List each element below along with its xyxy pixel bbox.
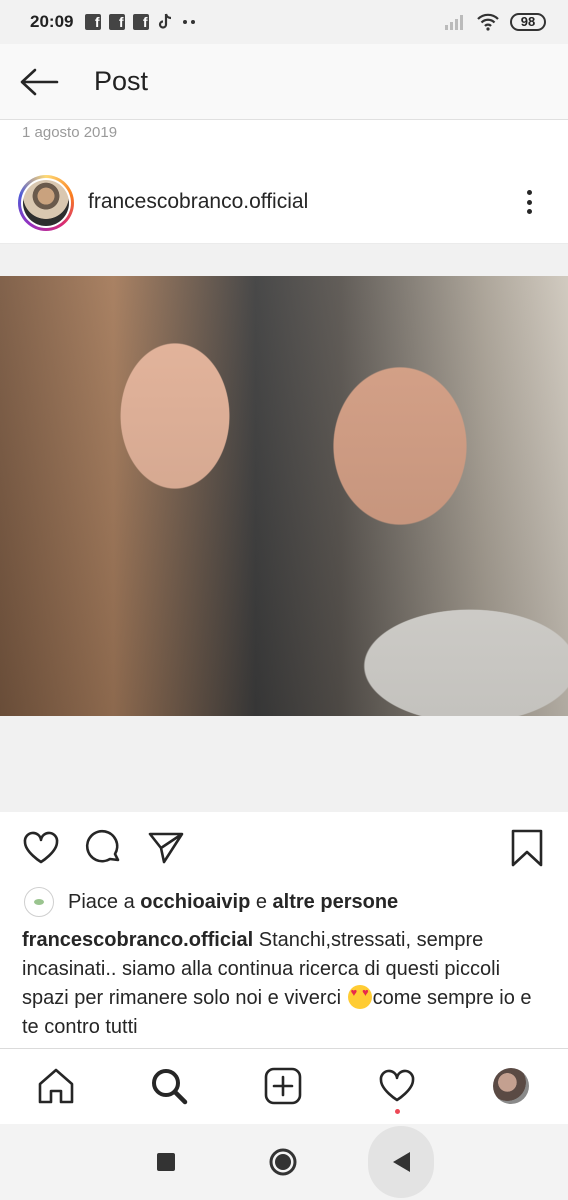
post-actions — [0, 820, 568, 878]
nav-search[interactable] — [146, 1063, 192, 1109]
more-options-button[interactable] — [514, 184, 544, 220]
facebook-icon: f — [85, 14, 102, 30]
facebook-icon: f — [133, 14, 150, 30]
battery-icon: 98 — [510, 13, 546, 31]
nav-add-post[interactable] — [260, 1063, 306, 1109]
vertical-dots-icon — [526, 190, 532, 195]
status-notification-icons: f f f — [85, 13, 197, 31]
nav-home[interactable] — [33, 1063, 79, 1109]
back-system-button[interactable] — [377, 1138, 425, 1186]
circle-home-icon — [269, 1148, 297, 1176]
bookmark-icon — [511, 829, 543, 867]
notification-dot — [395, 1109, 400, 1114]
search-icon — [152, 1069, 188, 1105]
page-title: Post — [94, 66, 149, 96]
nav-activity[interactable] — [374, 1063, 420, 1109]
share-icon — [148, 832, 184, 864]
post-date: 1 agosto 2019 — [22, 124, 118, 141]
wifi-icon — [477, 13, 499, 31]
facebook-icon: f — [109, 14, 126, 30]
back-button[interactable] — [4, 44, 74, 120]
post-header: francescobranco.official — [0, 160, 568, 244]
more-dots-icon — [183, 20, 196, 24]
caption-username[interactable]: francescobranco.official — [22, 929, 253, 951]
post-username[interactable]: francescobranco.official — [88, 190, 308, 214]
signal-icon — [445, 15, 463, 30]
home-icon — [38, 1068, 74, 1104]
status-time: 20:09 — [30, 12, 74, 31]
liker-username[interactable]: occhioaivip — [140, 891, 250, 914]
bottom-nav — [0, 1048, 568, 1124]
square-recents-icon — [157, 1153, 175, 1171]
top-bar: Post — [0, 44, 568, 120]
status-system-icons: 98 — [444, 13, 546, 31]
comment-button[interactable] — [82, 826, 126, 870]
heart-icon — [23, 831, 59, 864]
arrow-left-icon — [20, 68, 59, 95]
profile-avatar — [493, 1068, 529, 1104]
heart-eyes-emoji — [347, 985, 372, 1009]
user-avatar[interactable] — [18, 175, 74, 231]
other-likers[interactable]: altre persone — [273, 891, 399, 914]
post-photo — [0, 276, 568, 716]
likes-summary[interactable]: Piace a occhioaivip e altre persone — [24, 884, 398, 920]
post-media[interactable] — [0, 244, 568, 812]
recents-button[interactable] — [142, 1138, 190, 1186]
comment-icon — [85, 829, 120, 863]
system-nav-bar — [0, 1124, 568, 1200]
activity-heart-icon — [379, 1069, 415, 1102]
share-button[interactable] — [144, 826, 188, 870]
triangle-back-icon — [393, 1152, 410, 1172]
status-bar: 20:09 f f f 98 — [0, 0, 568, 44]
save-button[interactable] — [505, 826, 549, 870]
tiktok-icon — [159, 13, 172, 29]
add-post-icon — [264, 1067, 302, 1105]
liker-avatar — [24, 887, 54, 917]
post-caption: francescobranco.official Stanchi,stressa… — [22, 926, 552, 1042]
home-system-button[interactable] — [259, 1138, 307, 1186]
like-button[interactable] — [19, 826, 63, 870]
nav-profile[interactable] — [488, 1063, 534, 1109]
